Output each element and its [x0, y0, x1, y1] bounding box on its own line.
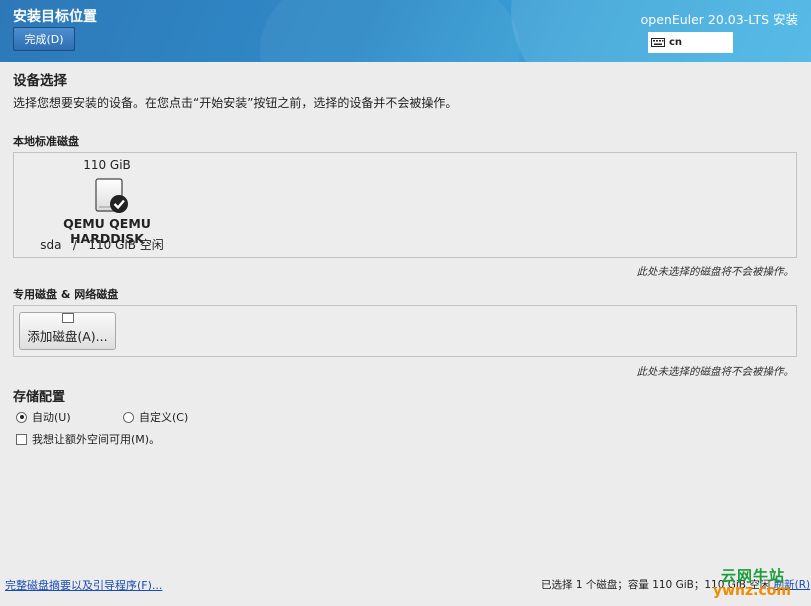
disk-free-space: 110 GiB 空闲 — [88, 238, 164, 252]
special-disks-heading: 专用磁盘 & 网络磁盘 — [13, 288, 119, 301]
page-title: 安装目标位置 — [13, 9, 97, 25]
disk-device: sda — [40, 238, 62, 252]
device-selection-description: 选择您想要安装的设备。在您点击“开始安装”按钮之前，选择的设备并不会被操作。 — [13, 96, 458, 110]
special-disks-note: 此处未选择的磁盘将不会被操作。 — [636, 366, 795, 378]
special-disks-panel: 添加磁盘(A)... — [13, 305, 797, 357]
keyboard-icon — [651, 38, 665, 47]
local-disks-panel: 110 GiB QEMU QEMU HARDDISK sda / 110 GiB… — [13, 152, 797, 258]
custom-partition-radio[interactable]: 自定义(C) — [123, 409, 188, 425]
add-disk-label: 添加磁盘(A)... — [27, 329, 108, 344]
keyboard-layout-label: cn — [669, 37, 683, 48]
checkbox-unchecked-icon — [16, 433, 27, 445]
disk-info: sda / 110 GiB 空闲 — [22, 236, 182, 253]
auto-partition-label: 自动(U) — [32, 411, 71, 424]
disk-size: 110 GiB — [83, 158, 131, 172]
disk-info-separator: / — [72, 238, 77, 252]
local-disks-note: 此处未选择的磁盘将不会被操作。 — [636, 266, 795, 278]
done-button[interactable]: 完成(D) — [13, 27, 75, 51]
radio-checked-icon — [16, 411, 27, 423]
disk-item-sda[interactable]: 110 GiB QEMU QEMU HARDDISK sda / 110 GiB… — [27, 153, 187, 253]
extra-space-label: 我想让额外空间可用(M)。 — [32, 433, 161, 446]
header-glow-secondary — [260, 0, 520, 62]
custom-partition-label: 自定义(C) — [139, 411, 189, 424]
keyboard-layout-indicator[interactable]: cn — [648, 32, 733, 53]
site-watermark: 云网牛站 ywnz.com — [713, 565, 811, 606]
radio-unchecked-icon — [123, 411, 134, 423]
header-bar: 安装目标位置 完成(D) openEuler 20.03-LTS 安装 cn — [0, 0, 811, 62]
add-disk-button[interactable]: 添加磁盘(A)... — [19, 312, 116, 350]
extra-space-checkbox[interactable]: 我想让额外空间可用(M)。 — [16, 431, 160, 447]
full-disk-summary-link[interactable]: 完整磁盘摘要以及引导程序(F)... — [5, 577, 162, 593]
auto-partition-radio[interactable]: 自动(U) — [16, 409, 71, 425]
disk-small-icon — [61, 313, 74, 323]
harddisk-selected-icon — [95, 178, 128, 213]
storage-config-heading: 存储配置 — [13, 390, 66, 405]
local-disks-heading: 本地标准磁盘 — [13, 135, 79, 148]
device-selection-heading: 设备选择 — [13, 73, 67, 89]
watermark-line2: ywnz.com — [713, 583, 791, 599]
product-title: openEuler 20.03-LTS 安装 — [640, 12, 798, 27]
